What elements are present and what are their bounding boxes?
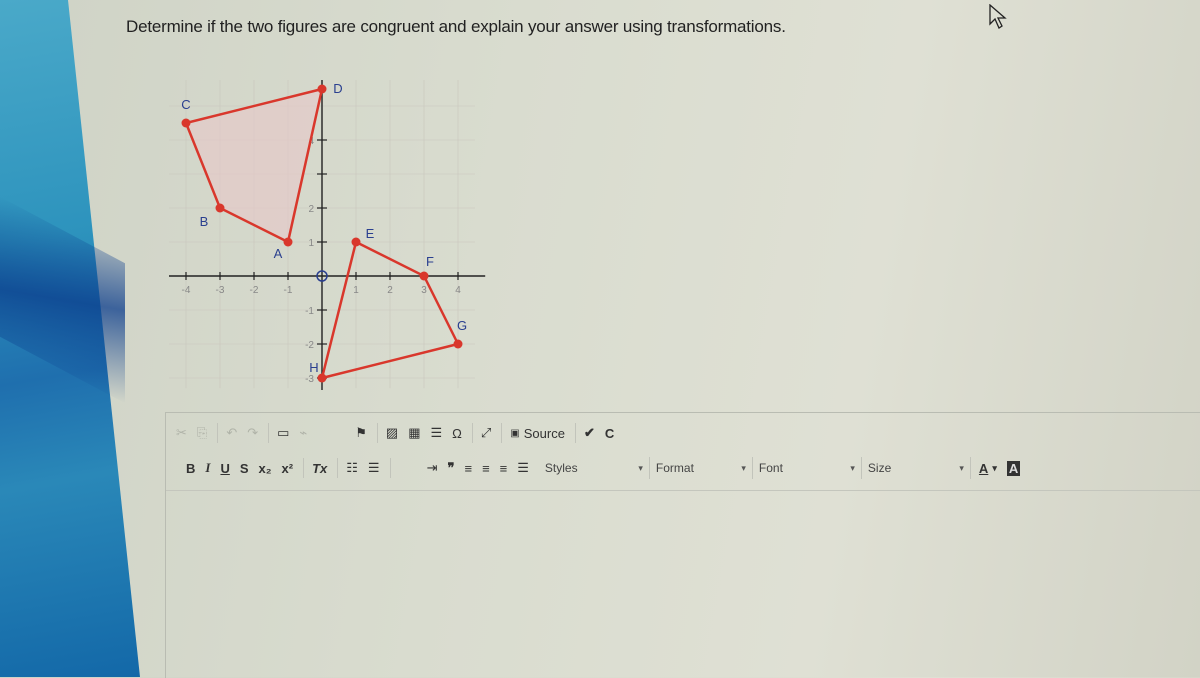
table-icon[interactable]: ▦ bbox=[408, 421, 420, 445]
unlink-icon[interactable]: ⌁ bbox=[299, 421, 307, 445]
vertex-point-a bbox=[283, 237, 293, 247]
y-tick-label: -3 bbox=[305, 374, 314, 385]
chevron-down-icon: ▾ bbox=[741, 462, 746, 473]
bulleted-list-icon[interactable]: ☰ bbox=[368, 456, 380, 480]
source-label: Source bbox=[523, 425, 565, 441]
source-button[interactable]: ▣ Source bbox=[510, 421, 565, 445]
blockquote-button[interactable]: ❞ bbox=[447, 456, 454, 480]
justify-icon[interactable]: ☰ bbox=[517, 456, 529, 480]
x-tick-label: 4 bbox=[455, 285, 461, 296]
vertex-point-b bbox=[215, 203, 225, 213]
align-left-icon[interactable]: ≡ bbox=[464, 456, 472, 480]
font-dropdown[interactable]: Font ▾ bbox=[753, 457, 862, 479]
chevron-down-icon: ▾ bbox=[638, 462, 643, 473]
chevron-down-icon: ▾ bbox=[850, 462, 855, 473]
vertex-label-d: D bbox=[333, 81, 342, 96]
chevron-down-icon: ▾ bbox=[959, 462, 964, 473]
rich-text-editor[interactable]: ✂ ⎘ ↶ ↷ ▭ ⌁ ⚑ ▨ ▦ ☰ Ω ⤢ ▣ Source ✔ C B I … bbox=[165, 412, 1200, 678]
x-tick-label: 2 bbox=[387, 285, 393, 296]
remove-format-button[interactable]: Tx bbox=[312, 456, 327, 480]
image-icon[interactable]: ▨ bbox=[386, 421, 398, 445]
font-label: Font bbox=[758, 461, 783, 475]
vertex-label-h: H bbox=[309, 360, 318, 375]
x-tick-label: 1 bbox=[353, 285, 359, 296]
text-color-icon: A bbox=[978, 460, 989, 476]
vertex-label-a: A bbox=[274, 246, 283, 261]
vertex-label-g: G bbox=[457, 318, 467, 333]
x-tick-label: 3 bbox=[421, 285, 427, 296]
editor-content-divider bbox=[166, 490, 1200, 491]
separator bbox=[268, 423, 270, 443]
y-tick-label: -2 bbox=[305, 340, 314, 351]
subscript-button[interactable]: x₂ bbox=[259, 456, 272, 480]
vertex-point-e bbox=[351, 237, 361, 247]
coordinate-graph: -4-3-2-11234421-1-2-3ABCDEFGH bbox=[169, 80, 486, 390]
special-character-icon[interactable]: Ω bbox=[452, 421, 462, 445]
vertex-point-g bbox=[453, 339, 463, 349]
vertex-label-e: E bbox=[366, 226, 375, 241]
toolbar-row-2: B I U S x₂ x² Tx ☷ ☰ ⇥ ❞ ≡ ≡ ≡ ☰ Styles ▾… bbox=[186, 453, 1030, 483]
size-dropdown[interactable]: Size ▾ bbox=[862, 457, 971, 479]
size-label: Size bbox=[867, 461, 892, 475]
text-color-button[interactable]: A ▾ bbox=[979, 456, 997, 480]
x-tick-label: -4 bbox=[182, 285, 191, 296]
x-tick-label: -1 bbox=[284, 285, 293, 296]
math-check-icon[interactable]: ✔ bbox=[584, 421, 595, 445]
separator bbox=[574, 423, 576, 443]
chevron-down-icon: ▾ bbox=[992, 462, 997, 473]
format-dropdown[interactable]: Format ▾ bbox=[650, 457, 753, 479]
align-right-icon[interactable]: ≡ bbox=[500, 456, 508, 480]
bold-button[interactable]: B bbox=[186, 456, 195, 480]
indent-icon[interactable]: ⇥ bbox=[427, 456, 438, 480]
horizontal-line-icon[interactable]: ☰ bbox=[431, 421, 443, 445]
chemistry-icon[interactable]: C bbox=[605, 421, 614, 445]
vertex-point-c bbox=[181, 118, 191, 128]
vertex-label-f: F bbox=[426, 254, 434, 269]
y-tick-label: -1 bbox=[305, 306, 314, 317]
numbered-list-icon[interactable]: ☷ bbox=[346, 456, 358, 480]
cut-icon[interactable]: ✂ bbox=[176, 421, 187, 445]
separator bbox=[471, 423, 473, 443]
mouse-cursor-icon bbox=[989, 4, 1007, 29]
separator bbox=[389, 458, 391, 478]
align-center-icon[interactable]: ≡ bbox=[482, 456, 490, 480]
maximize-icon[interactable]: ⤢ bbox=[481, 421, 491, 445]
question-text: Determine if the two figures are congrue… bbox=[126, 17, 786, 36]
flag-icon[interactable]: ⚑ bbox=[355, 421, 367, 445]
background-color-button[interactable]: A bbox=[1006, 456, 1021, 480]
x-tick-label: -2 bbox=[250, 285, 259, 296]
format-label: Format bbox=[655, 461, 694, 475]
x-tick-label: -3 bbox=[216, 285, 225, 296]
toolbar-row-1: ✂ ⎘ ↶ ↷ ▭ ⌁ ⚑ ▨ ▦ ☰ Ω ⤢ ▣ Source ✔ C bbox=[176, 418, 624, 448]
redo-icon[interactable]: ↷ bbox=[247, 421, 258, 445]
underline-button[interactable]: U bbox=[220, 456, 229, 480]
vertex-label-c: C bbox=[181, 97, 190, 112]
background-color-icon: A bbox=[1006, 460, 1021, 476]
vertex-point-h bbox=[317, 373, 327, 383]
italic-button[interactable]: I bbox=[205, 456, 210, 480]
vertex-point-d bbox=[317, 84, 327, 94]
styles-label: Styles bbox=[544, 461, 578, 475]
separator bbox=[217, 423, 219, 443]
superscript-button[interactable]: x² bbox=[282, 456, 294, 480]
source-icon: ▣ bbox=[510, 427, 520, 439]
link-icon[interactable]: ▭ bbox=[277, 421, 289, 445]
styles-dropdown[interactable]: Styles ▾ bbox=[539, 457, 650, 479]
separator bbox=[303, 458, 305, 478]
copy-icon[interactable]: ⎘ bbox=[197, 421, 207, 445]
vertex-label-b: B bbox=[200, 214, 209, 229]
separator bbox=[501, 423, 503, 443]
undo-icon[interactable]: ↶ bbox=[226, 421, 237, 445]
separator bbox=[376, 423, 378, 443]
y-tick-label: 1 bbox=[308, 238, 314, 249]
y-tick-label: 2 bbox=[308, 204, 314, 215]
separator bbox=[337, 458, 339, 478]
vertex-point-f bbox=[419, 271, 429, 281]
strikethrough-button[interactable]: S bbox=[240, 456, 249, 480]
